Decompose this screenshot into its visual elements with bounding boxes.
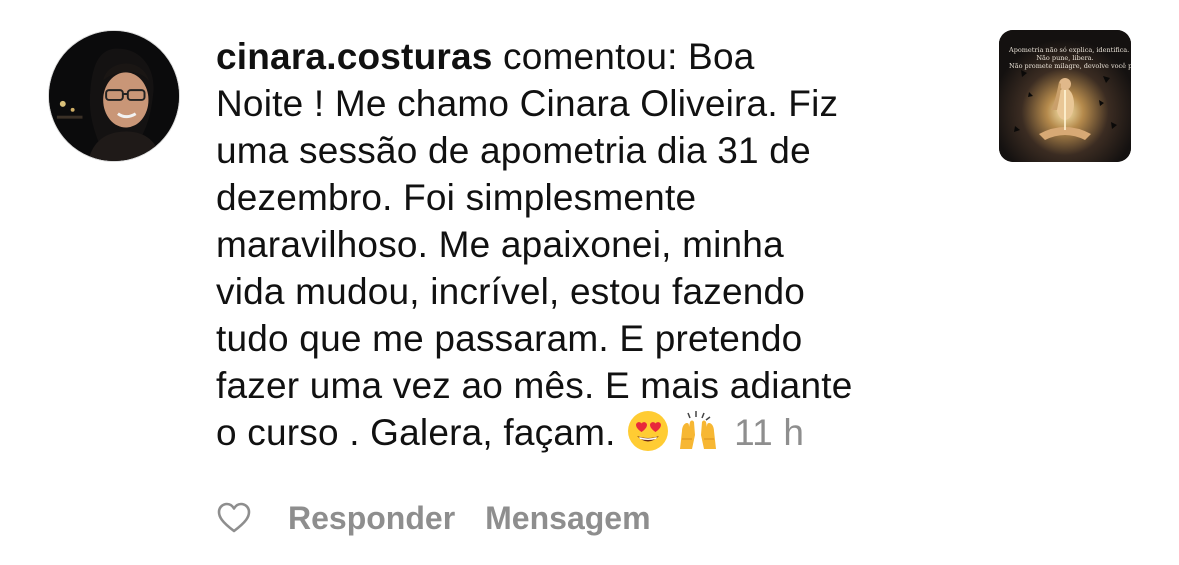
username-link[interactable]: cinara.costuras [216,36,493,77]
comment-last-line: o curso . Galera, façam. 11 h [216,409,976,456]
comment-timestamp: 11 h [734,412,805,453]
comment-actions: Responder Mensagem [216,496,651,540]
comment-first-line: cinara.costuras comentou: Boa [216,33,976,80]
comment-line: tudo que me passaram. E pretendo [216,318,803,359]
comment-verb: comentou: Boa [492,36,755,77]
comment-line: Noite ! Me chamo Cinara Oliveira. Fiz [216,83,839,124]
comment-container: cinara.costuras comentou: Boa Noite ! Me… [0,0,1179,565]
thumbnail-caption-line: Não pune, libera. [1036,54,1094,62]
reply-button[interactable]: Responder [288,500,455,537]
comment-line: vida mudou, incrível, estou fazendo [216,271,806,312]
raising-hands-emoji-icon [676,409,720,453]
message-button[interactable]: Mensagem [485,500,650,537]
comment-line: dezembro. Foi simplesmente [216,177,697,218]
post-thumbnail[interactable]: Apometria não só explica, identifica. Nã… [999,30,1131,162]
thumbnail-caption-line: Apometria não só explica, identifica. [1009,46,1130,54]
comment-line: maravilhoso. Me apaixonei, minha [216,224,784,265]
comment-text: cinara.costuras comentou: Boa Noite ! Me… [216,33,976,456]
profile-photo-icon [49,31,179,161]
heart-eyes-emoji-icon [626,409,670,453]
heart-outline-icon[interactable] [216,500,252,536]
comment-line: fazer uma vez ao mês. E mais adiante [216,365,853,406]
thumbnail-caption-line: Não promete milagre, devolve você para v… [1009,62,1131,70]
comment-line: uma sessão de apometria dia 31 de [216,130,811,171]
comment-line: o curso . Galera, façam. [216,412,627,453]
thumbnail-caption: Apometria não só explica, identifica. Nã… [1009,46,1131,70]
avatar[interactable] [48,30,180,162]
